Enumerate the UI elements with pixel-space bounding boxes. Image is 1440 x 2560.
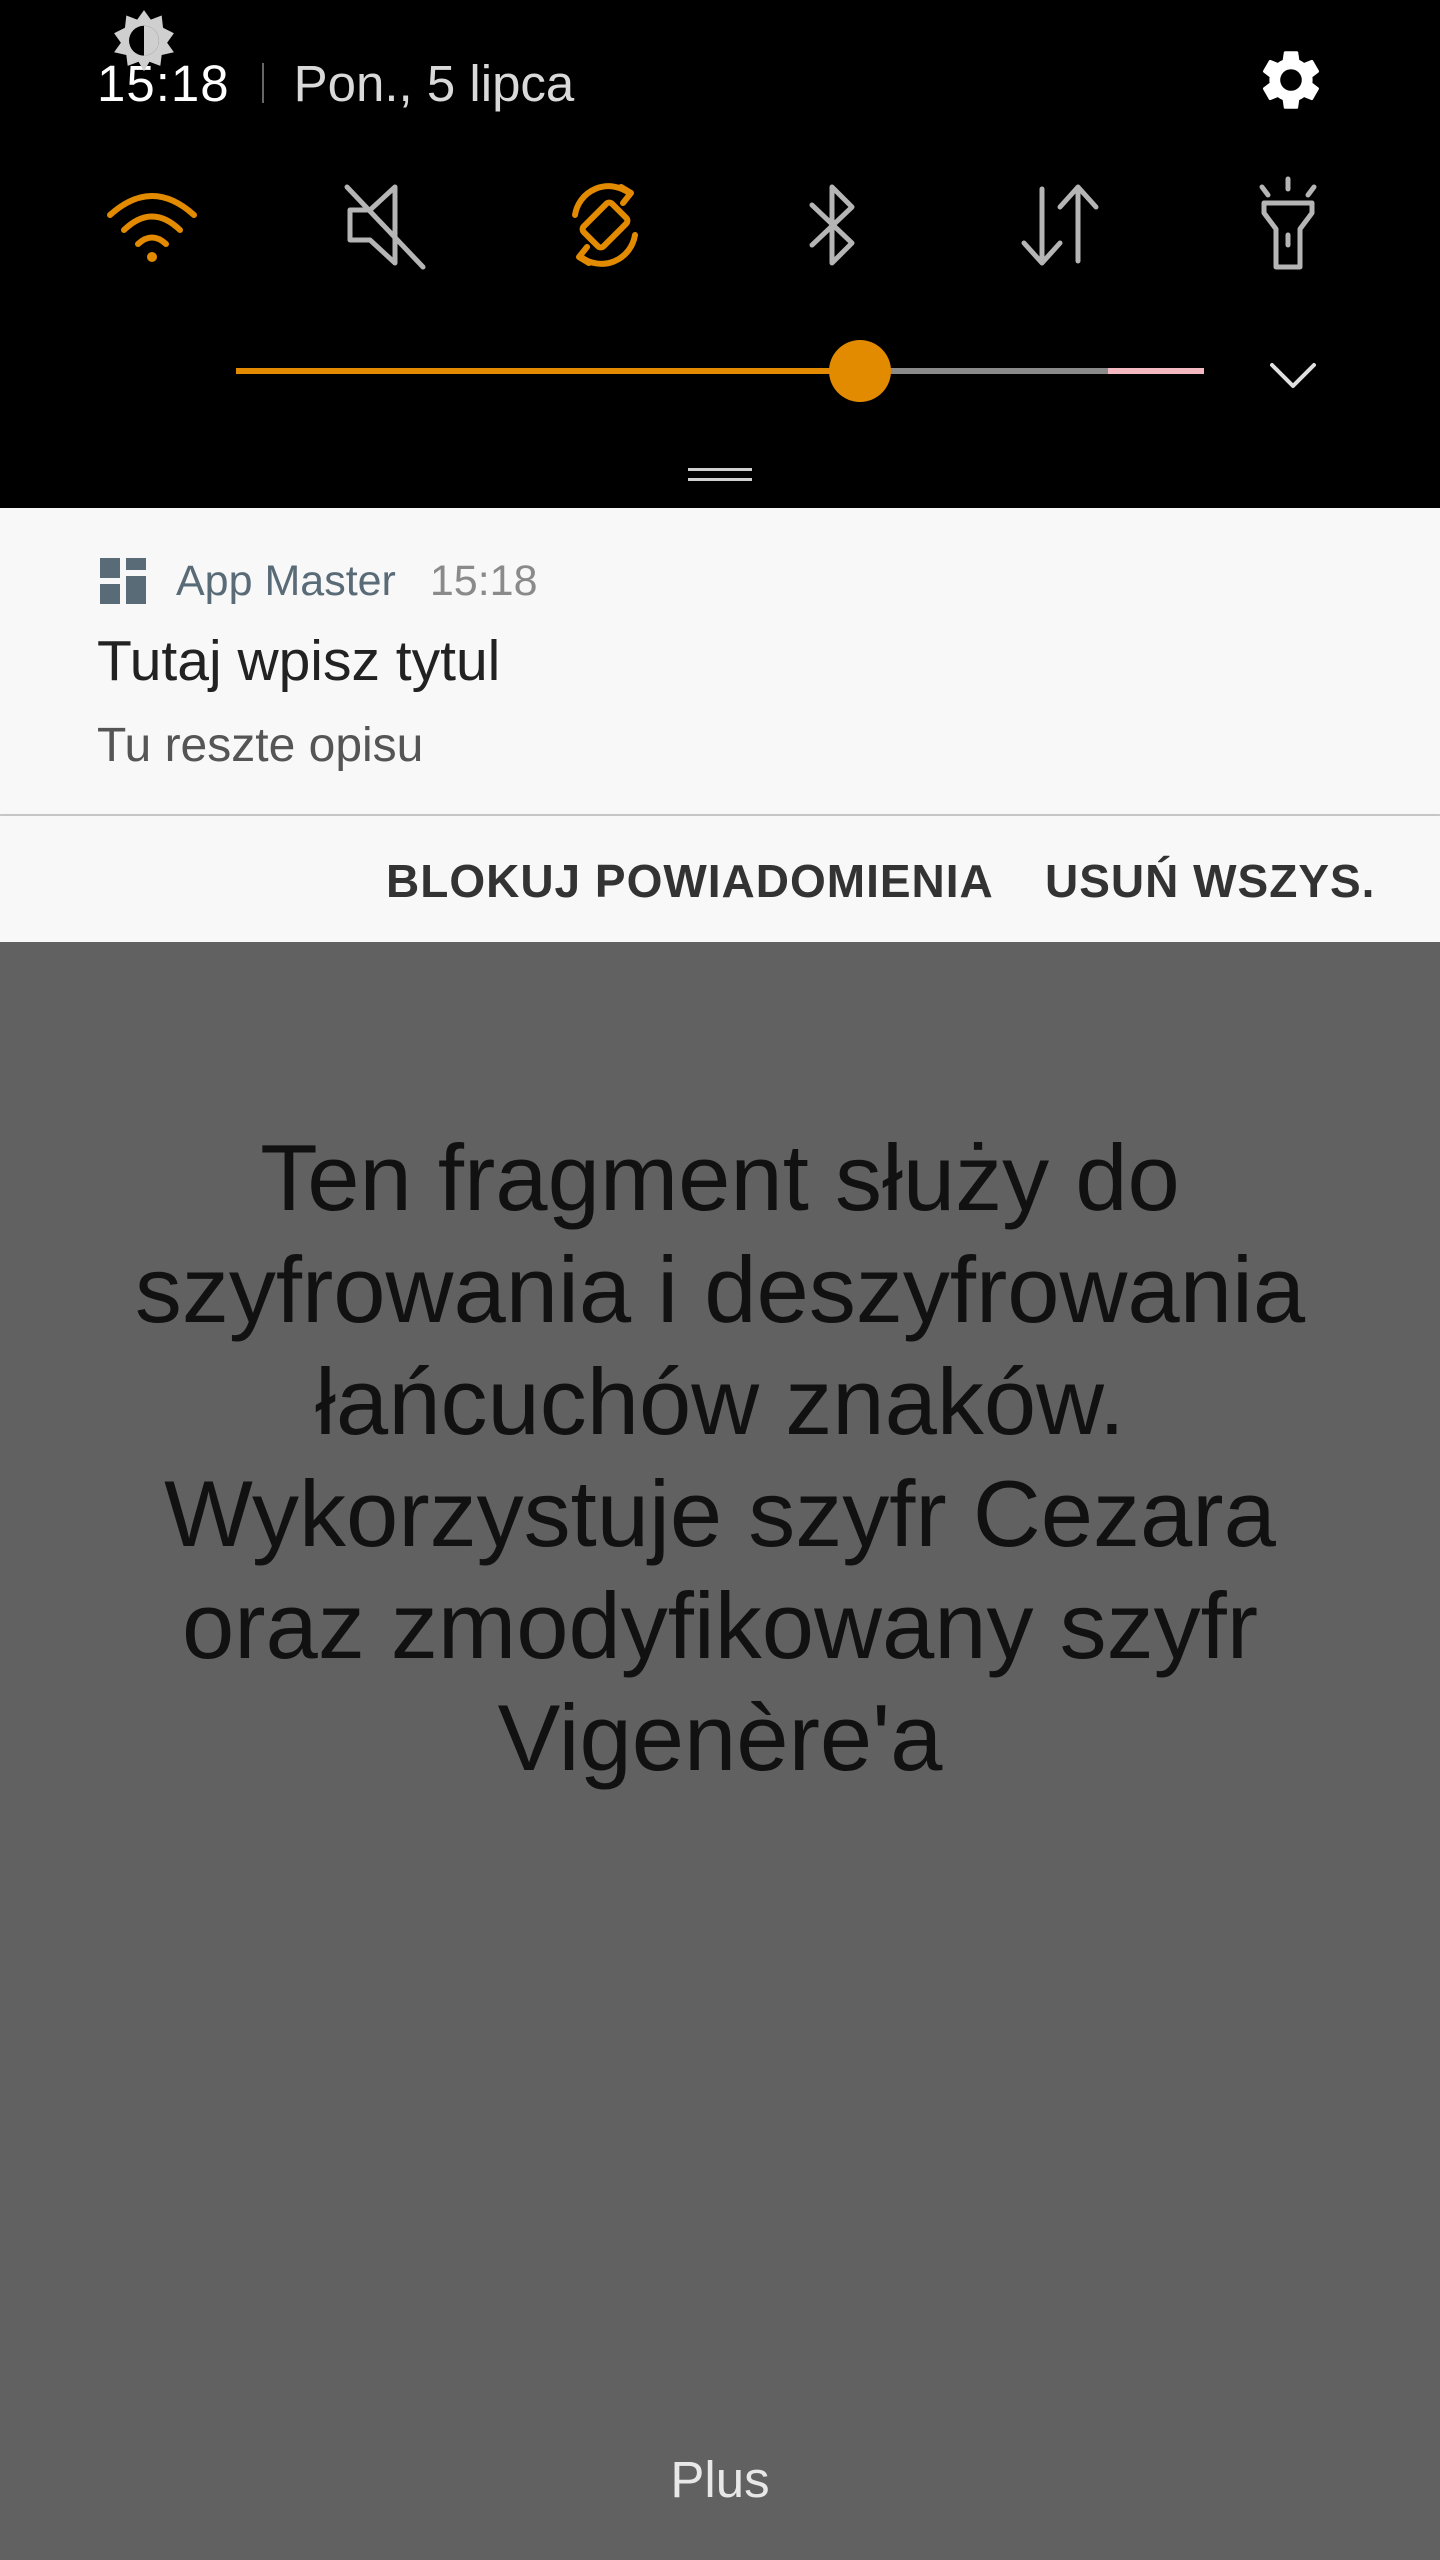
block-notifications-button[interactable]: BLOKUJ POWIADOMIENIA [386, 854, 994, 908]
plus-button[interactable]: Plus [0, 2450, 1440, 2509]
notification-time: 15:18 [429, 556, 538, 605]
tile-sound[interactable] [330, 170, 440, 280]
settings-gear-icon[interactable] [1255, 44, 1327, 116]
tile-auto-rotate[interactable] [550, 170, 660, 280]
tile-bluetooth[interactable] [777, 170, 887, 280]
app-name: App Master [176, 556, 396, 605]
notification-card[interactable]: App Master 15:18 Tutaj wpisz tytul Tu re… [0, 508, 1440, 814]
slider-high-zone [1108, 368, 1204, 374]
date[interactable]: Pon., 5 lipca [294, 54, 575, 113]
slider-fill [236, 368, 861, 374]
mobile-data-icon [1021, 184, 1099, 266]
brightness-icon [110, 6, 178, 74]
chevron-down-icon[interactable] [1262, 345, 1324, 407]
notification-actions-bar: BLOKUJ POWIADOMIENIA USUŃ WSZYS. [0, 816, 1440, 942]
drag-handle[interactable] [688, 468, 752, 482]
bluetooth-icon [809, 184, 855, 266]
sound-muted-icon [344, 184, 426, 270]
wifi-icon [107, 193, 197, 262]
auto-rotate-icon [572, 183, 638, 267]
notification-body: Tu reszte opisu [97, 719, 424, 772]
clear-all-button[interactable]: USUŃ WSZYS. [1045, 854, 1375, 908]
tile-wifi[interactable] [97, 170, 207, 280]
tile-flashlight[interactable] [1233, 170, 1343, 280]
quick-tiles-row [0, 170, 1440, 280]
notification-header: App Master 15:18 [100, 546, 537, 616]
tile-mobile-data[interactable] [1005, 170, 1115, 280]
quick-settings-panel: 15:18 Pon., 5 lipca [0, 0, 1440, 508]
notification-title: Tutaj wpisz tytul [97, 629, 501, 693]
app-background: Ten fragment służy do szyfrowania i desz… [0, 942, 1440, 2560]
description-text: Ten fragment służy do szyfrowania i desz… [134, 1125, 1306, 1790]
app-icon [100, 558, 146, 604]
divider [261, 63, 264, 103]
slider-thumb[interactable] [829, 340, 892, 402]
brightness-slider[interactable] [236, 340, 1204, 402]
flashlight-icon [1259, 176, 1317, 270]
